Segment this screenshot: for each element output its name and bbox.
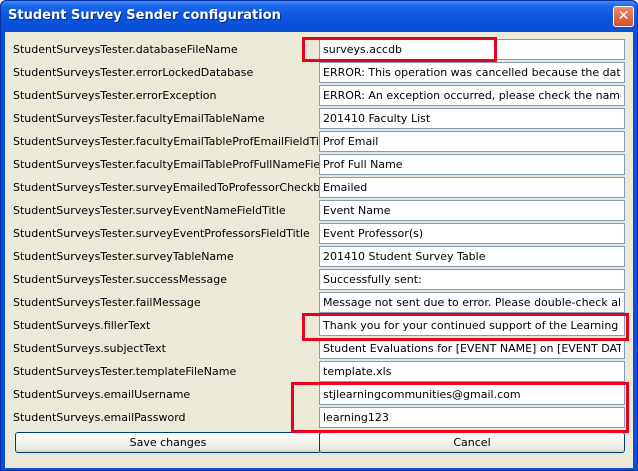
setting-value-input[interactable]: [319, 131, 625, 152]
setting-row: StudentSurveysTester.templateFileName: [5, 360, 633, 383]
setting-row: StudentSurveysTester.errorException: [5, 84, 633, 107]
setting-row: StudentSurveysTester.surveyTableName: [5, 245, 633, 268]
setting-value-input[interactable]: [319, 338, 625, 359]
setting-value-input[interactable]: [319, 407, 625, 428]
setting-value-input[interactable]: [319, 39, 625, 60]
save-changes-button[interactable]: Save changes: [15, 432, 321, 453]
setting-value-input[interactable]: [319, 62, 625, 83]
setting-label: StudentSurveysTester.surveyEventProfesso…: [13, 227, 310, 240]
setting-row: StudentSurveys.subjectText: [5, 337, 633, 360]
setting-label: StudentSurveysTester.surveyEventNameFiel…: [13, 204, 286, 217]
dialog-window: Student Survey Sender configuration ✕ St…: [0, 0, 638, 471]
setting-label: StudentSurveys.fillerText: [13, 319, 151, 332]
settings-panel: StudentSurveysTester.databaseFileName St…: [5, 32, 633, 468]
setting-label: StudentSurveysTester.facultyEmailTablePr…: [13, 158, 319, 171]
setting-value-input[interactable]: [319, 292, 625, 313]
setting-label: StudentSurveysTester.successMessage: [13, 273, 227, 286]
setting-label: StudentSurveys.emailUsername: [13, 388, 191, 401]
setting-value-input[interactable]: [319, 108, 625, 129]
cancel-button[interactable]: Cancel: [319, 432, 625, 453]
setting-value-input[interactable]: [319, 177, 625, 198]
setting-label: StudentSurveys.subjectText: [13, 342, 166, 355]
close-icon[interactable]: ✕: [613, 6, 634, 27]
setting-row: StudentSurveys.emailUsername: [5, 383, 633, 406]
setting-row: StudentSurveysTester.databaseFileName: [5, 38, 633, 61]
setting-row: StudentSurveysTester.facultyEmailTablePr…: [5, 130, 633, 153]
setting-row: StudentSurveysTester.facultyEmailTablePr…: [5, 153, 633, 176]
setting-row: StudentSurveysTester.surveyEventNameFiel…: [5, 199, 633, 222]
setting-label: StudentSurveysTester.errorLockedDatabase: [13, 66, 254, 79]
setting-value-input[interactable]: [319, 384, 625, 405]
setting-row: StudentSurveysTester.errorLockedDatabase: [5, 61, 633, 84]
setting-row: StudentSurveysTester.surveyEmailedToProf…: [5, 176, 633, 199]
setting-label: StudentSurveysTester.facultyEmailTablePr…: [13, 135, 319, 148]
window-title: Student Survey Sender configuration: [8, 8, 281, 23]
setting-label: StudentSurveysTester.failMessage: [13, 296, 201, 309]
setting-value-input[interactable]: [319, 361, 625, 382]
setting-label: StudentSurveysTester.surveyTableName: [13, 250, 234, 263]
setting-value-input[interactable]: [319, 246, 625, 267]
setting-label: StudentSurveysTester.templateFileName: [13, 365, 237, 378]
setting-label: StudentSurveysTester.databaseFileName: [13, 43, 238, 56]
setting-label: StudentSurveysTester.surveyEmailedToProf…: [13, 181, 319, 194]
setting-row: StudentSurveysTester.facultyEmailTableNa…: [5, 107, 633, 130]
setting-label: StudentSurveys.emailPassword: [13, 411, 186, 424]
setting-label: StudentSurveysTester.facultyEmailTableNa…: [13, 112, 265, 125]
setting-value-input[interactable]: [319, 200, 625, 221]
setting-row: StudentSurveys.fillerText: [5, 314, 633, 337]
setting-value-input[interactable]: [319, 223, 625, 244]
setting-row: StudentSurveysTester.failMessage: [5, 291, 633, 314]
title-bar[interactable]: Student Survey Sender configuration ✕: [1, 1, 637, 32]
setting-row: StudentSurveysTester.successMessage: [5, 268, 633, 291]
setting-row: StudentSurveys.emailPassword: [5, 406, 633, 429]
setting-value-input[interactable]: [319, 269, 625, 290]
setting-row: StudentSurveysTester.surveyEventProfesso…: [5, 222, 633, 245]
setting-value-input[interactable]: [319, 154, 625, 175]
setting-value-input[interactable]: [319, 315, 625, 336]
setting-value-input[interactable]: [319, 85, 625, 106]
setting-label: StudentSurveysTester.errorException: [13, 89, 217, 102]
